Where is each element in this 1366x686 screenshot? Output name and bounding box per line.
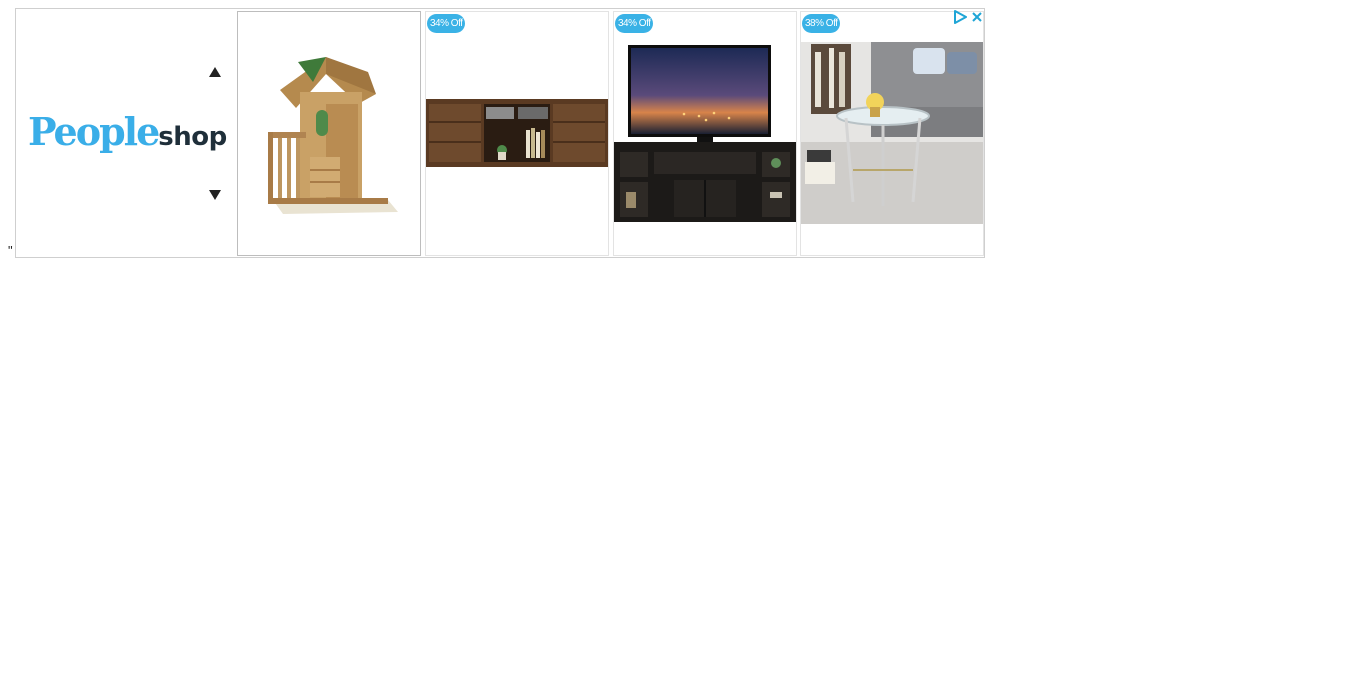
side-table-image xyxy=(801,42,983,224)
triangle-up-icon[interactable] xyxy=(208,66,222,78)
discount-badge: 38% Off xyxy=(802,14,841,33)
product-card-side-table[interactable]: 38% Off xyxy=(800,11,984,256)
close-icon[interactable] xyxy=(971,10,983,24)
stray-quote-text: " xyxy=(8,243,13,258)
ad-banner[interactable]: Peopleshop 34% Off 34% Off 38% Off xyxy=(15,8,985,258)
product-card-playhouse[interactable] xyxy=(237,11,421,256)
adchoices-play-icon[interactable] xyxy=(953,10,967,24)
playhouse-image xyxy=(268,57,398,214)
discount-badge: 34% Off xyxy=(615,14,654,33)
people-shop-logo[interactable]: Peopleshop xyxy=(28,113,227,151)
product-card-tv-stand[interactable]: 34% Off xyxy=(613,11,797,256)
product-card-tv-console[interactable]: 34% Off xyxy=(425,11,609,256)
tv-console-image xyxy=(426,99,608,167)
logo-shop-text: shop xyxy=(158,122,227,152)
tv-stand-image xyxy=(614,45,796,222)
logo-people-text: People xyxy=(28,109,160,154)
discount-badge: 34% Off xyxy=(427,14,466,33)
triangle-down-icon[interactable] xyxy=(208,189,222,201)
brand-panel[interactable]: Peopleshop xyxy=(16,9,234,257)
